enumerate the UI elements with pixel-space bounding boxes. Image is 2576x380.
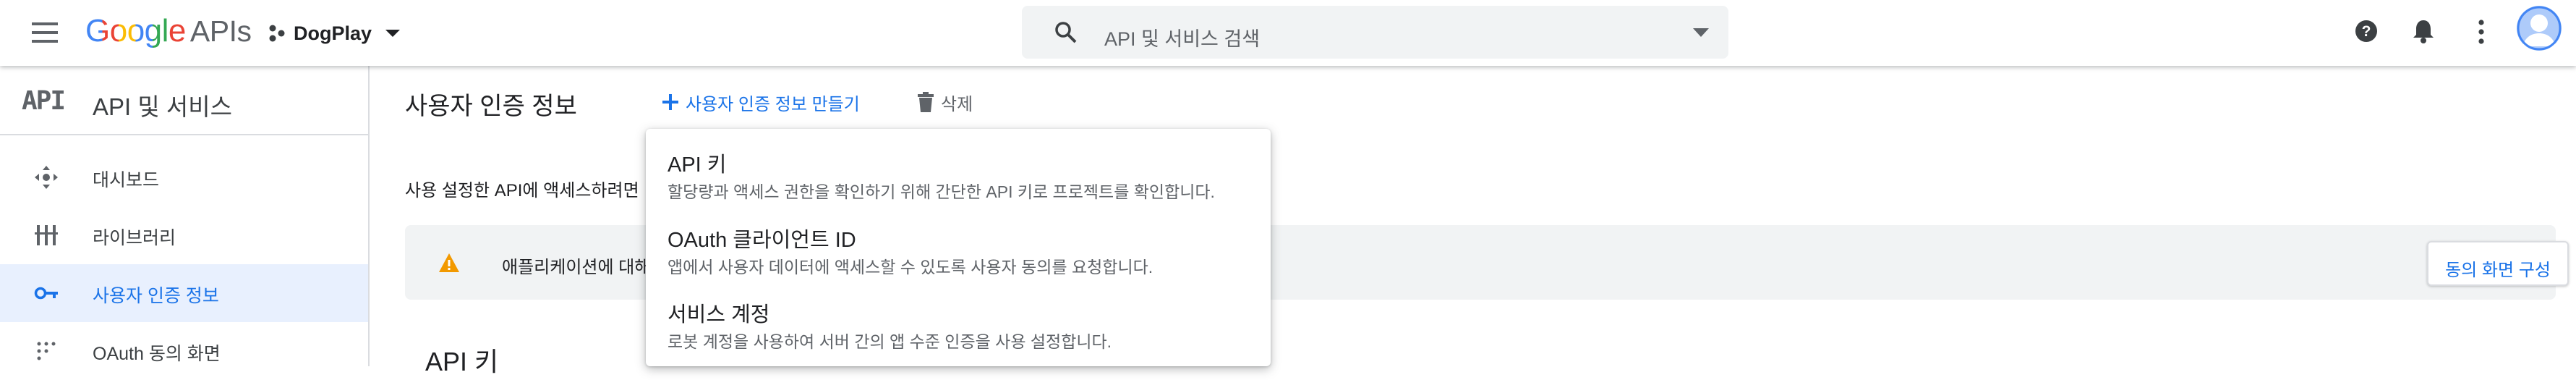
- sidebar-item-label: OAuth 동의 화면: [93, 344, 221, 364]
- help-icon[interactable]: ?: [2354, 19, 2379, 43]
- delete-button[interactable]: 삭제: [916, 88, 973, 117]
- avatar[interactable]: [2517, 6, 2562, 51]
- menu-item-title: OAuth 클라이언트 ID: [668, 229, 856, 252]
- create-credentials-menu: API 키 할당량과 액세스 권한을 확인하기 위해 간단한 API 키로 프로…: [646, 129, 1271, 366]
- search-dropdown-icon[interactable]: [1690, 22, 1712, 43]
- notice-text: 애플리케이션에 대해: [502, 258, 651, 277]
- project-name: DogPlay: [294, 22, 372, 44]
- sidebar-item-credentials[interactable]: 사용자 인증 정보: [0, 264, 368, 322]
- menu-item-subtitle: 로봇 계정을 사용하여 서버 간의 앱 수준 인증을 사용 설정합니다.: [668, 332, 1112, 351]
- more-vert-icon[interactable]: [2476, 19, 2486, 45]
- menu-item-subtitle: 할당량과 액세스 권한을 확인하기 위해 간단한 API 키로 프로젝트를 확인…: [668, 182, 1215, 201]
- menu-item-title: 서비스 계정: [668, 303, 770, 326]
- trash-icon: [918, 92, 934, 112]
- google-apis-logo[interactable]: Google APIs: [85, 13, 252, 49]
- api-keys-section-heading: API 키: [425, 347, 499, 376]
- warning-icon: [439, 253, 459, 272]
- sidebar: API API 및 서비스 대시보드 라이브러리 사용자 인증 정보 OAuth…: [0, 66, 370, 366]
- sidebar-item-library[interactable]: 라이브러리: [0, 206, 368, 264]
- menu-item-service-account[interactable]: 서비스 계정 로봇 계정을 사용하여 서버 간의 앱 수준 인증을 사용 설정합…: [646, 287, 1271, 360]
- notifications-icon[interactable]: [2411, 18, 2436, 44]
- menu-item-title: API 키: [668, 153, 727, 177]
- configure-consent-label: 동의 화면 구성: [2445, 261, 2551, 280]
- menu-item-oauth-client-id[interactable]: OAuth 클라이언트 ID 앱에서 사용자 데이터에 액세스할 수 있도록 사…: [646, 213, 1271, 285]
- api-logo-icon: API: [22, 86, 66, 116]
- search-icon: [1055, 22, 1077, 43]
- add-icon: [662, 94, 678, 110]
- account-icon: [2517, 6, 2562, 51]
- project-icon: [269, 25, 285, 42]
- sidebar-item-dashboard[interactable]: 대시보드: [0, 148, 368, 206]
- sidebar-item-label: 대시보드: [93, 170, 160, 190]
- menu-item-subtitle: 앱에서 사용자 데이터에 액세스할 수 있도록 사용자 동의를 요청합니다.: [668, 258, 1153, 276]
- sidebar-title: API 및 서비스: [93, 93, 232, 120]
- consent-icon: [37, 342, 56, 360]
- create-credentials-button[interactable]: 사용자 인증 정보 만들기: [661, 88, 860, 117]
- sidebar-item-label: 사용자 인증 정보: [93, 286, 219, 306]
- configure-consent-screen-button[interactable]: 동의 화면 구성: [2427, 241, 2569, 286]
- top-app-bar: Google APIs DogPlay API 및 서비스 검색 ?: [0, 0, 2576, 66]
- delete-label: 삭제: [941, 94, 973, 114]
- dashboard-icon: [35, 166, 58, 189]
- menu-item-api-key[interactable]: API 키 할당량과 액세스 권한을 확인하기 위해 간단한 API 키로 프로…: [646, 138, 1271, 210]
- library-icon: [35, 225, 58, 245]
- logo-apis: APIs: [189, 14, 252, 48]
- search-bar[interactable]: API 및 서비스 검색: [1022, 6, 1728, 59]
- logo-google: Google: [85, 13, 186, 48]
- page-title: 사용자 인증 정보: [405, 93, 577, 120]
- sidebar-item-label: 라이브러리: [93, 228, 176, 248]
- menu-icon[interactable]: [29, 18, 61, 47]
- search-input[interactable]: API 및 서비스 검색: [1104, 23, 1260, 51]
- credentials-description: 사용 설정한 API에 액세스하려면: [405, 181, 639, 200]
- create-credentials-label: 사용자 인증 정보 만들기: [686, 94, 860, 114]
- svg-text:?: ?: [2362, 23, 2371, 40]
- sidebar-item-oauth-consent[interactable]: OAuth 동의 화면: [0, 322, 368, 380]
- chevron-down-icon: [385, 30, 401, 37]
- sidebar-header: API API 및 서비스: [0, 66, 368, 135]
- project-selector[interactable]: DogPlay: [268, 19, 404, 48]
- key-icon: [34, 287, 58, 300]
